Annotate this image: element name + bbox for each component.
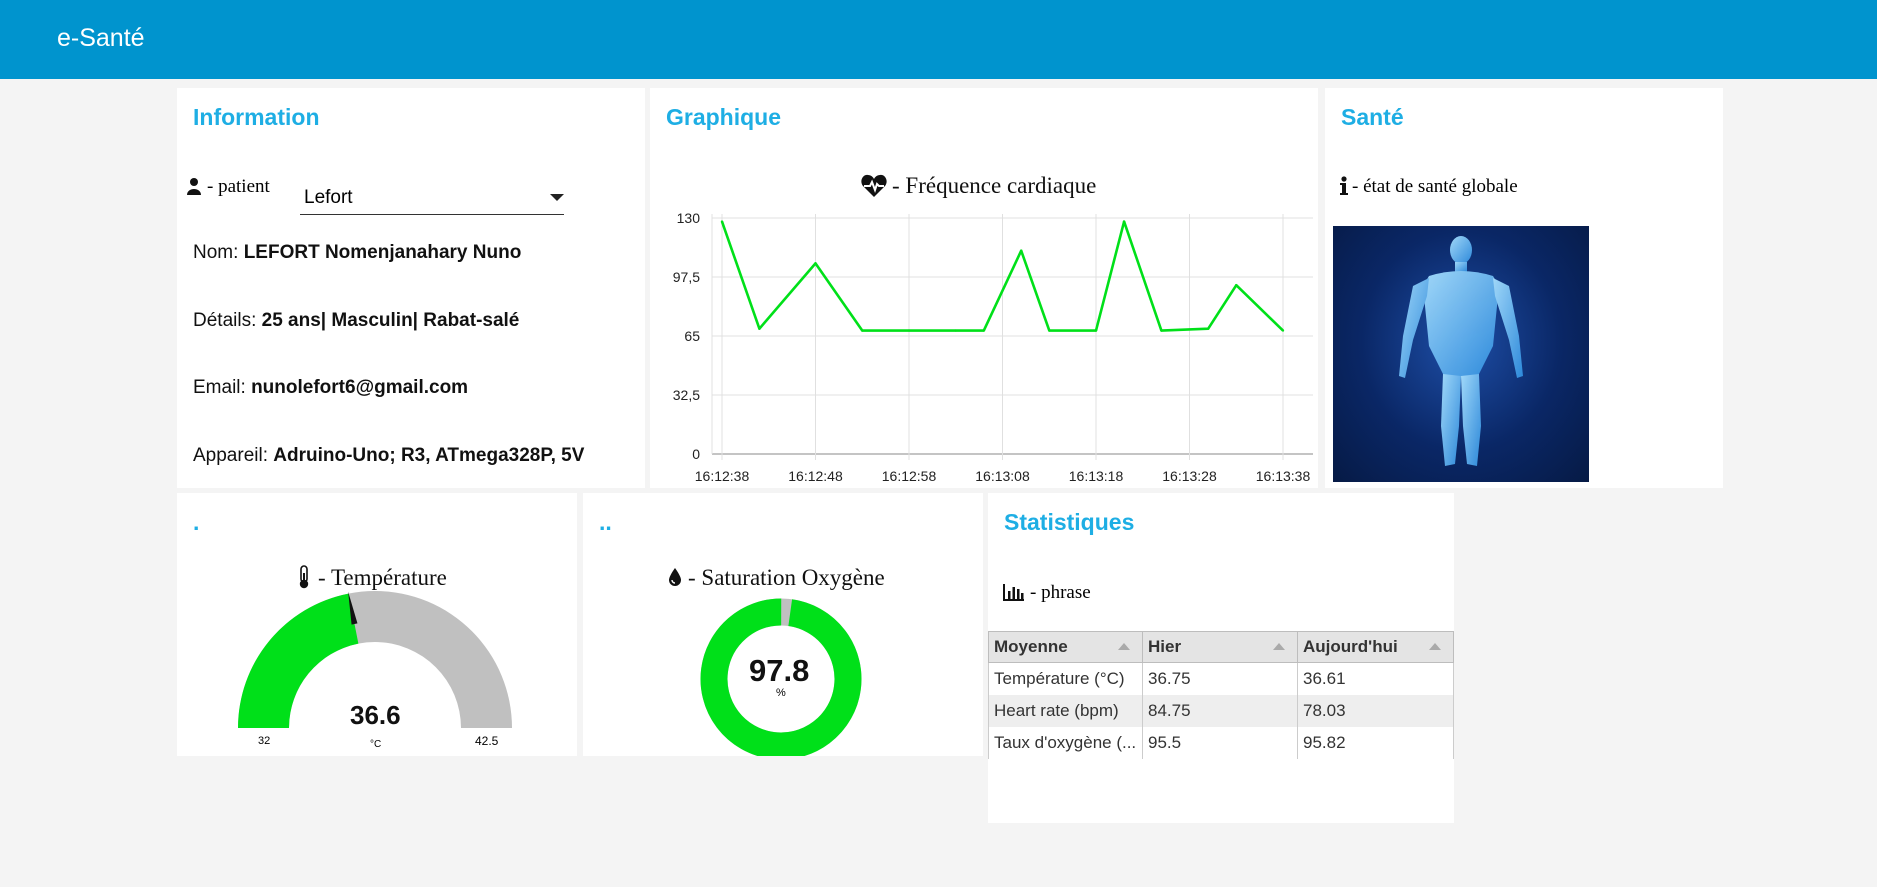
- y-tick-label: 0: [692, 446, 700, 462]
- x-tick-label: 16:13:18: [1069, 468, 1124, 484]
- column-header-hier[interactable]: Hier: [1142, 631, 1298, 663]
- patient-select[interactable]: Lefort: [300, 182, 564, 215]
- details-value: 25 ans| Masculin| Rabat-salé: [261, 310, 520, 331]
- heart-rate-chart: 0 32,5 65 97,5 130 16:12:38 16:12:48 16:12:58 16…: [673, 210, 1313, 484]
- heart-rate-point: [1122, 220, 1126, 223]
- column-header-aujourdhui[interactable]: Aujourd'hui: [1297, 631, 1454, 663]
- nom-row: Nom: LEFORT Nomenjanahary Nuno: [193, 242, 521, 264]
- x-tick-label: 16:12:48: [788, 468, 843, 484]
- x-tick-label: 16:13:38: [1256, 468, 1311, 484]
- heart-rate-chart-title: - Fréquence cardiaque: [892, 173, 1097, 198]
- table-cell: 36.61: [1297, 662, 1454, 695]
- sante-title: Santé: [1341, 104, 1404, 130]
- info-icon: [1340, 176, 1348, 201]
- oxygen-card: .. - Saturation Oxygène 97.8 %: [583, 493, 983, 756]
- y-tick-label: 97,5: [673, 269, 700, 285]
- appareil-label: Appareil:: [193, 445, 268, 466]
- table-row: Température (°C) 36.75 36.61: [988, 662, 1454, 695]
- table-cell: 95.5: [1142, 727, 1298, 759]
- gauge-fill: [238, 593, 359, 728]
- heart-rate-point: [1020, 249, 1023, 252]
- user-icon: [187, 177, 201, 200]
- heart-rate-point: [907, 329, 911, 332]
- table-row: Heart rate (bpm) 84.75 78.03: [988, 695, 1454, 727]
- oxygen-value: 97.8: [749, 653, 810, 688]
- bar-chart-icon: [1003, 583, 1025, 606]
- heart-rate-point: [1048, 329, 1051, 332]
- sante-card: Santé - état de santé globale: [1325, 88, 1723, 488]
- heart-rate-point: [1281, 329, 1285, 332]
- table-cell: Heart rate (bpm): [988, 695, 1143, 727]
- information-title: Information: [193, 104, 320, 130]
- x-tick-label: 16:13:08: [975, 468, 1030, 484]
- column-header-moyenne[interactable]: Moyenne: [988, 631, 1143, 663]
- oxygen-unit: %: [776, 687, 786, 699]
- temperature-value: 36.6: [350, 700, 401, 730]
- statistiques-card: Statistiques - phrase Moyenne Hier Aujou…: [988, 493, 1454, 823]
- details-label: Détails:: [193, 310, 257, 331]
- y-tick-label: 65: [684, 328, 700, 344]
- table-cell: Taux d'oxygène (...: [988, 727, 1143, 759]
- sort-asc-icon: [1429, 643, 1441, 650]
- heart-rate-point: [982, 329, 985, 332]
- statistics-table: Moyenne Hier Aujourd'hui Température (°C…: [988, 631, 1454, 759]
- sort-asc-icon: [1273, 643, 1285, 650]
- table-row: Taux d'oxygène (... 95.5 95.82: [988, 727, 1454, 759]
- appareil-row: Appareil: Adruino-Uno; R3, ATmega328P, 5…: [193, 445, 584, 467]
- app-title: e-Santé: [57, 24, 145, 52]
- x-tick-label: 16:13:28: [1162, 468, 1217, 484]
- patient-select-value: Lefort: [304, 187, 353, 208]
- heart-rate-point: [1207, 327, 1210, 330]
- statistiques-label: - phrase: [1030, 582, 1091, 603]
- x-tick-label: 16:12:58: [882, 468, 937, 484]
- information-card: Information - patient Lefort Nom: LEFORT…: [177, 88, 645, 488]
- x-tick-label: 16:12:38: [695, 468, 750, 484]
- heart-rate-point: [1094, 329, 1098, 332]
- heartbeat-icon: [861, 174, 887, 203]
- graphique-card: Graphique - Fréquence cardiaque 0 32,5 65 9…: [650, 88, 1318, 488]
- table-cell: 95.82: [1297, 727, 1454, 759]
- email-value: nunolefort6@gmail.com: [251, 377, 469, 398]
- heart-rate-point: [720, 220, 724, 223]
- graphique-title: Graphique: [666, 104, 782, 130]
- appareil-value: Adruino-Uno; R3, ATmega328P, 5V: [273, 445, 585, 466]
- heart-rate-point: [954, 329, 957, 332]
- table-cell: 84.75: [1142, 695, 1298, 727]
- heart-rate-point: [814, 262, 817, 265]
- top-app-bar: e-Santé: [0, 0, 1877, 79]
- temperature-max: 42.5: [475, 734, 499, 748]
- table-cell: 78.03: [1297, 695, 1454, 727]
- temperature-unit: °C: [370, 739, 382, 750]
- email-label: Email:: [193, 377, 246, 398]
- oxygen-donut-chart: [700, 598, 862, 756]
- y-tick-label: 130: [677, 210, 701, 226]
- table-header-row: Moyenne Hier Aujourd'hui: [988, 631, 1454, 663]
- heart-rate-point: [861, 329, 864, 332]
- temperature-min: 32: [258, 735, 271, 747]
- body-image: [1333, 226, 1589, 482]
- heart-rate-point: [1160, 329, 1163, 332]
- temperature-card: . - Température 36.6 °C 32 42.5: [177, 493, 577, 756]
- table-cell: Température (°C): [988, 662, 1143, 695]
- nom-label: Nom:: [193, 242, 239, 263]
- sante-label: - état de santé globale: [1352, 176, 1518, 197]
- sort-asc-icon: [1118, 643, 1130, 650]
- email-row: Email: nunolefort6@gmail.com: [193, 377, 468, 399]
- statistiques-title: Statistiques: [1004, 509, 1135, 535]
- heart-rate-point: [1235, 283, 1238, 287]
- details-row: Détails: 25 ans| Masculin| Rabat-salé: [193, 310, 519, 332]
- heart-rate-point: [758, 327, 761, 330]
- y-tick-label: 32,5: [673, 387, 700, 403]
- nom-value: LEFORT Nomenjanahary Nuno: [243, 242, 522, 263]
- table-cell: 36.75: [1142, 662, 1298, 695]
- chevron-down-icon: [550, 194, 564, 201]
- patient-label: - patient: [207, 176, 270, 197]
